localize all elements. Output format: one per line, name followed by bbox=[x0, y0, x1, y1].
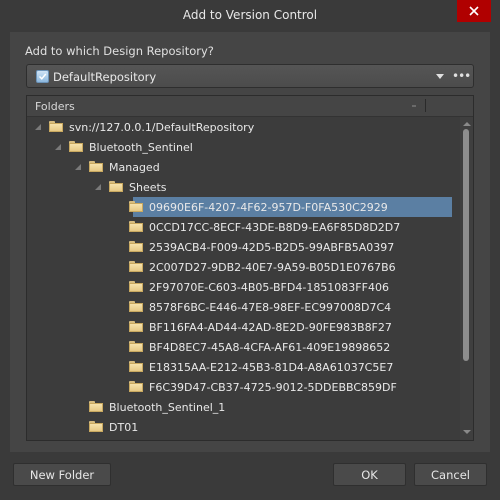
folder-icon bbox=[129, 341, 143, 352]
new-folder-button[interactable]: New Folder bbox=[13, 463, 111, 486]
folder-icon bbox=[69, 141, 83, 152]
tree-row[interactable]: 2C007D27-9DB2-40E7-9A59-B05D1E0767B6 bbox=[27, 257, 459, 277]
repository-prompt: Add to which Design Repository? bbox=[25, 44, 214, 58]
scroll-down-arrow-icon[interactable] bbox=[463, 430, 471, 434]
tree-row[interactable]: BF4D8EC7-45A8-4CFA-AF61-409E19898652 bbox=[27, 337, 459, 357]
close-button[interactable] bbox=[457, 0, 491, 22]
tree-row[interactable]: E18315AA-E212-45B3-81D4-A8A61037C5E7 bbox=[27, 357, 459, 377]
tree-row-label: 2C007D27-9DB2-40E7-9A59-B05D1E0767B6 bbox=[149, 261, 396, 274]
tree-row-label: Bluetooth_Sentinel bbox=[89, 141, 193, 154]
folder-icon bbox=[89, 161, 103, 172]
tree-row-label: DT01 bbox=[109, 421, 139, 434]
tree-row-label: BF116FA4-AD44-42AD-8E2D-90FE983B8F27 bbox=[149, 321, 392, 334]
folder-icon bbox=[129, 381, 143, 392]
tree-row[interactable]: 2F97070E-C603-4B05-BFD4-1851083FF406 bbox=[27, 277, 459, 297]
folder-icon bbox=[129, 201, 143, 212]
folder-icon bbox=[129, 281, 143, 292]
tree-row-label: Managed bbox=[109, 161, 160, 174]
tree-column-header[interactable]: Folders bbox=[27, 96, 473, 117]
tree-row-label: 0CCD17CC-8ECF-43DE-B8D9-EA6F85D8D2D7 bbox=[149, 221, 401, 234]
tree-row-label: E18315AA-E212-45B3-81D4-A8A61037C5E7 bbox=[149, 361, 394, 374]
folder-icon bbox=[109, 181, 123, 192]
expand-collapse-triangle-icon[interactable] bbox=[95, 184, 101, 190]
dropdown-arrow-icon[interactable] bbox=[436, 74, 444, 79]
tree-row[interactable]: 09690E6F-4207-4F62-957D-F0FA530C2929 bbox=[27, 197, 459, 217]
folder-icon bbox=[129, 241, 143, 252]
scroll-up-arrow-icon[interactable] bbox=[463, 122, 471, 126]
tree-row-label: F6C39D47-CB37-4725-9012-5DDEBBC859DF bbox=[149, 381, 397, 394]
tree-row[interactable]: 8578F6BC-E446-47E8-98EF-EC997008D7C4 bbox=[27, 297, 459, 317]
expand-collapse-triangle-icon[interactable] bbox=[75, 164, 81, 170]
scroll-thumb[interactable] bbox=[463, 129, 469, 361]
expand-collapse-triangle-icon[interactable] bbox=[55, 144, 61, 150]
tree-row-label: 2539ACB4-F009-42D5-B2D5-99ABFB5A0397 bbox=[149, 241, 395, 254]
tree-row[interactable]: Sheets bbox=[27, 177, 459, 197]
folder-icon bbox=[129, 361, 143, 372]
tree-row[interactable]: svn://127.0.0.1/DefaultRepository bbox=[27, 117, 459, 137]
tree-row[interactable]: 2539ACB4-F009-42D5-B2D5-99ABFB5A0397 bbox=[27, 237, 459, 257]
tree-row[interactable]: Bluetooth_Sentinel bbox=[27, 137, 459, 157]
tree-row-label: 09690E6F-4207-4F62-957D-F0FA530C2929 bbox=[149, 201, 388, 214]
column-resize-grip-icon bbox=[412, 105, 416, 107]
tree-row-label: 2F97070E-C603-4B05-BFD4-1851083FF406 bbox=[149, 281, 389, 294]
tree-header-label: Folders bbox=[35, 100, 75, 113]
cancel-button[interactable]: Cancel bbox=[414, 463, 487, 486]
ok-button[interactable]: OK bbox=[333, 463, 406, 486]
tree-row[interactable]: Bluetooth_Sentinel_1 bbox=[27, 397, 459, 417]
tree-row[interactable]: Managed bbox=[27, 157, 459, 177]
dialog-title: Add to Version Control bbox=[182, 8, 318, 22]
tree-row[interactable]: 0CCD17CC-8ECF-43DE-B8D9-EA6F85D8D2D7 bbox=[27, 217, 459, 237]
folder-icon bbox=[49, 121, 63, 132]
folder-icon bbox=[129, 261, 143, 272]
folder-icon bbox=[89, 421, 103, 432]
tree-row-label: Sheets bbox=[129, 181, 167, 194]
repository-selected-value: DefaultRepository bbox=[53, 70, 157, 84]
folder-icon bbox=[129, 301, 143, 312]
title-bar: Add to Version Control bbox=[0, 0, 500, 32]
folder-icon bbox=[89, 401, 103, 412]
tree-row[interactable]: F6C39D47-CB37-4725-9012-5DDEBBC859DF bbox=[27, 377, 459, 397]
folder-icon bbox=[129, 321, 143, 332]
folder-tree[interactable]: Folders svn://127.0.0.1/DefaultRepositor… bbox=[26, 95, 474, 441]
tree-row-label: BF4D8EC7-45A8-4CFA-AF61-409E19898652 bbox=[149, 341, 391, 354]
expand-collapse-triangle-icon[interactable] bbox=[35, 124, 41, 130]
repository-dropdown[interactable]: DefaultRepository ••• bbox=[26, 64, 474, 88]
tree-row-label: Bluetooth_Sentinel_1 bbox=[109, 401, 226, 414]
tree-row[interactable]: BF116FA4-AD44-42AD-8E2D-90FE983B8F27 bbox=[27, 317, 459, 337]
close-x-icon bbox=[469, 6, 479, 16]
tree-row[interactable] bbox=[27, 437, 459, 440]
tree-row-label: 8578F6BC-E446-47E8-98EF-EC997008D7C4 bbox=[149, 301, 392, 314]
tree-row-label: svn://127.0.0.1/DefaultRepository bbox=[69, 121, 255, 134]
more-options-button[interactable]: ••• bbox=[452, 69, 471, 83]
repository-check-icon bbox=[36, 70, 49, 83]
column-separator[interactable] bbox=[425, 99, 426, 112]
vertical-scrollbar[interactable] bbox=[460, 117, 473, 440]
tree-row[interactable]: DT01 bbox=[27, 417, 459, 437]
folder-icon bbox=[129, 221, 143, 232]
